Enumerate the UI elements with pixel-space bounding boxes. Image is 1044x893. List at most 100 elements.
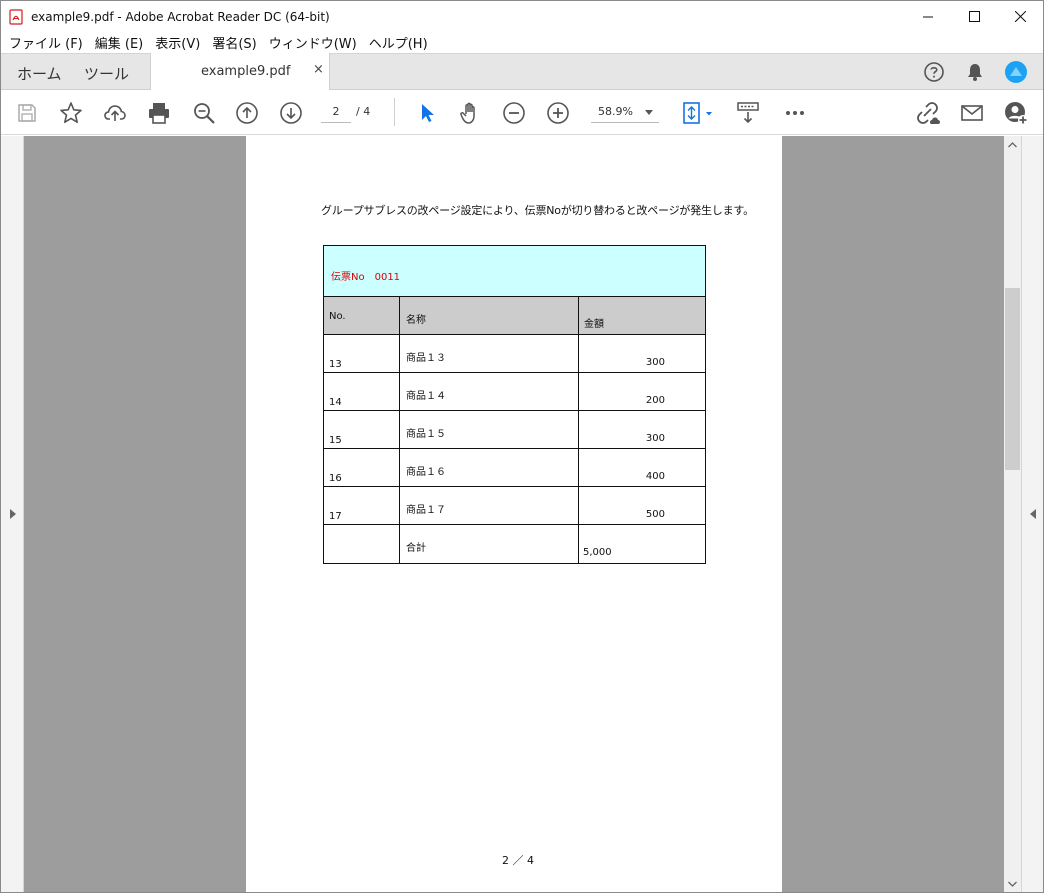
menu-file[interactable]: ファイル (F) xyxy=(3,33,89,52)
zoom-out-search-icon xyxy=(194,103,215,124)
star-icon xyxy=(60,102,82,123)
print-button[interactable] xyxy=(146,100,172,126)
zoom-level-value: 58.9% xyxy=(598,105,633,118)
chevron-right-icon xyxy=(10,509,16,519)
scroll-up-icon xyxy=(1008,142,1017,148)
help-button[interactable] xyxy=(922,60,946,84)
bookmark-button[interactable] xyxy=(58,100,84,126)
slip-table: 伝票No 0011 No. 名称 金額 13 商品１３ 300 14 商品１４ … xyxy=(323,245,706,564)
tab-tools[interactable]: ツール xyxy=(84,63,129,84)
chevron-down-icon xyxy=(645,110,653,115)
row-no: 17 xyxy=(323,486,400,525)
zoom-level-select[interactable]: 58.9% xyxy=(591,101,659,123)
page-footer: 2 ／ 4 xyxy=(502,854,534,867)
share-link-button[interactable] xyxy=(915,100,941,126)
select-tool-button[interactable] xyxy=(414,100,440,126)
row-name: 商品１５ xyxy=(399,410,579,449)
upload-button[interactable] xyxy=(102,100,128,126)
slip-header: 伝票No 0011 xyxy=(323,245,706,297)
tab-close-button[interactable]: × xyxy=(313,62,324,77)
row-name: 商品１３ xyxy=(399,334,579,373)
bell-icon xyxy=(968,64,982,81)
menu-help[interactable]: ヘルプ(H) xyxy=(363,33,434,52)
account-button[interactable] xyxy=(1004,60,1028,84)
table-row: 15 商品１５ 300 xyxy=(323,410,706,449)
total-amount: 5,000 xyxy=(578,524,706,564)
acrobat-window: example9.pdf - Adobe Acrobat Reader DC (… xyxy=(0,0,1044,893)
account-icon xyxy=(1005,61,1027,83)
table-row: 16 商品１６ 400 xyxy=(323,448,706,487)
row-no: 15 xyxy=(323,410,400,449)
maximize-button[interactable] xyxy=(951,1,997,32)
tab-document[interactable]: example9.pdf × xyxy=(150,53,330,90)
vertical-scrollbar[interactable] xyxy=(1004,136,1021,892)
page-note: グループサブレスの改ページ設定により、伝票Noが切り替わると改ページが発生します… xyxy=(321,204,754,217)
print-icon xyxy=(149,103,169,124)
acrobat-app-icon xyxy=(9,8,23,25)
previous-page-button[interactable] xyxy=(234,100,260,126)
table-header-row: No. 名称 金額 xyxy=(323,296,706,335)
row-no: 16 xyxy=(323,448,400,487)
menu-window[interactable]: ウィンドウ(W) xyxy=(263,33,363,52)
menu-sign[interactable]: 署名(S) xyxy=(206,33,262,52)
row-amount: 300 xyxy=(578,410,706,449)
email-button[interactable] xyxy=(959,100,985,126)
cloud-upload-icon xyxy=(104,105,126,121)
column-header-name: 名称 xyxy=(399,296,579,335)
save-button[interactable] xyxy=(14,100,40,126)
row-amount: 200 xyxy=(578,372,706,411)
plus-circle-icon xyxy=(547,102,569,124)
more-tools-button[interactable] xyxy=(782,100,808,126)
scrolling-mode-button[interactable] xyxy=(735,100,761,126)
column-header-no: No. xyxy=(323,296,400,335)
minimize-button[interactable] xyxy=(905,1,951,32)
table-row: 14 商品１４ 200 xyxy=(323,372,706,411)
row-name: 商品１６ xyxy=(399,448,579,487)
minus-circle-icon xyxy=(503,102,525,124)
tab-document-label: example9.pdf xyxy=(201,64,291,79)
toolbar: 2 / 4 58.9% xyxy=(1,90,1043,135)
add-user-button[interactable] xyxy=(1003,100,1029,126)
tab-bar: ホーム ツール example9.pdf × xyxy=(1,53,1043,90)
fit-page-icon xyxy=(683,102,712,124)
notifications-button[interactable] xyxy=(963,60,987,84)
hand-tool-button[interactable] xyxy=(457,100,483,126)
menu-view[interactable]: 表示(V) xyxy=(149,33,206,52)
total-label: 合計 xyxy=(399,524,579,564)
page-total: / 4 xyxy=(356,105,371,118)
window-title: example9.pdf - Adobe Acrobat Reader DC (… xyxy=(31,9,330,24)
next-page-button[interactable] xyxy=(278,100,304,126)
fit-page-button[interactable] xyxy=(681,100,715,126)
zoom-out-button[interactable] xyxy=(501,100,527,126)
row-name: 商品１４ xyxy=(399,372,579,411)
link-cloud-icon xyxy=(917,102,940,124)
row-amount: 400 xyxy=(578,448,706,487)
scroll-down-icon xyxy=(1008,881,1017,887)
menu-bar: ファイル (F) 編集 (E) 表示(V) 署名(S) ウィンドウ(W) ヘルプ… xyxy=(1,32,1043,53)
chevron-left-icon xyxy=(1030,509,1036,519)
total-row: 合計 5,000 xyxy=(323,524,706,564)
pdf-page: グループサブレスの改ページ設定により、伝票Noが切り替わると改ページが発生します… xyxy=(246,136,782,892)
document-viewer[interactable]: グループサブレスの改ページ設定により、伝票Noが切り替わると改ページが発生します… xyxy=(1,136,1043,892)
row-no: 14 xyxy=(323,372,400,411)
mail-icon xyxy=(961,105,983,121)
scrollbar-thumb[interactable] xyxy=(1005,288,1020,470)
arrow-up-circle-icon xyxy=(236,102,258,124)
tab-home[interactable]: ホーム xyxy=(17,63,62,84)
cursor-icon xyxy=(422,104,434,122)
toolbar-divider xyxy=(394,98,395,126)
close-icon xyxy=(1014,11,1026,22)
row-amount: 500 xyxy=(578,486,706,525)
minimize-icon xyxy=(922,16,933,18)
zoom-in-button[interactable] xyxy=(545,100,571,126)
page-number-input[interactable]: 2 xyxy=(321,101,351,123)
column-header-amount: 金額 xyxy=(578,296,706,335)
total-empty-cell xyxy=(323,524,400,564)
menu-edit[interactable]: 編集 (E) xyxy=(89,33,150,52)
close-button[interactable] xyxy=(997,1,1043,32)
left-panel-toggle[interactable] xyxy=(1,136,24,892)
add-user-icon xyxy=(1005,102,1028,125)
table-row: 17 商品１７ 500 xyxy=(323,486,706,525)
right-panel-toggle[interactable] xyxy=(1021,136,1043,892)
zoom-search-button[interactable] xyxy=(191,100,217,126)
